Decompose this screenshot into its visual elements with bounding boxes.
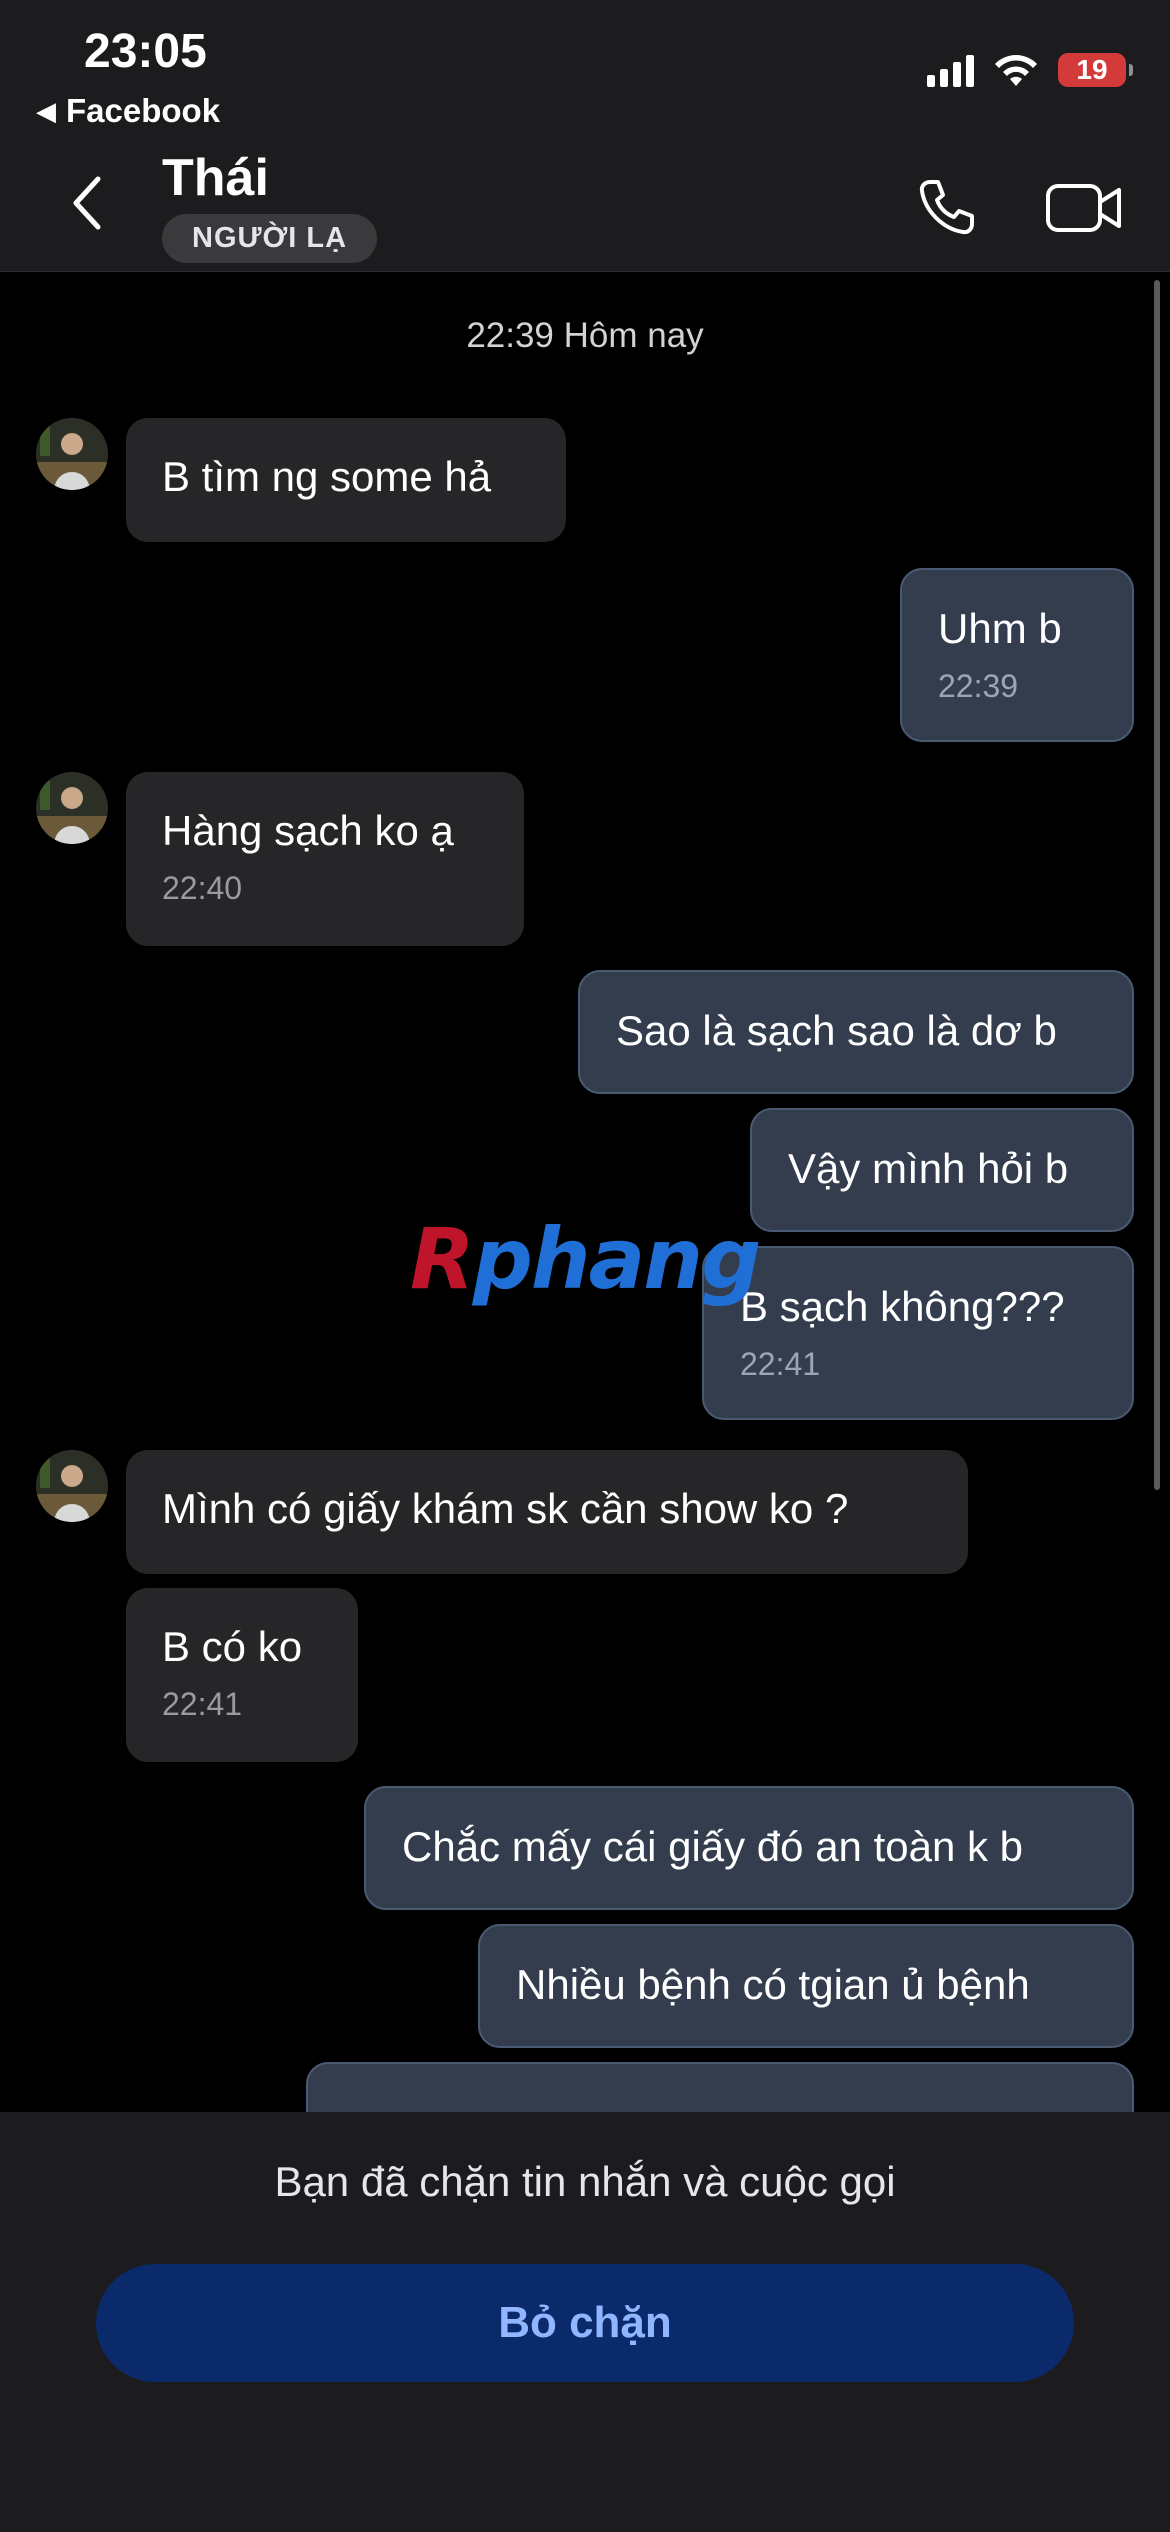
wifi-icon bbox=[995, 55, 1037, 86]
message-text: Sao là sạch sao là dơ b bbox=[616, 1007, 1057, 1054]
avatar-photo-icon bbox=[36, 1450, 108, 1522]
message-time: 22:40 bbox=[162, 870, 243, 906]
message-text: B sạch không??? bbox=[740, 1283, 1065, 1330]
message-text: Mình có giấy khám sk cần show ko ? bbox=[162, 1485, 849, 1532]
message-text: B tìm ng some hả bbox=[162, 453, 492, 500]
blocked-notice: Bạn đã chặn tin nhắn và cuộc gọi bbox=[274, 2158, 896, 2205]
scrollbar[interactable] bbox=[1154, 280, 1160, 1490]
message-bubble[interactable]: Uhm b 22:39 bbox=[900, 568, 1134, 742]
message-bubble[interactable]: B sạch không??? 22:41 bbox=[702, 1246, 1134, 1420]
message-bubble[interactable]: Chắc mấy cái giấy đó an toàn k b bbox=[364, 1786, 1134, 1910]
watermark-rest: phang bbox=[472, 1210, 762, 1308]
chevron-left-icon bbox=[73, 176, 101, 230]
message-text: B có ko bbox=[162, 1623, 303, 1670]
message-bubble[interactable]: Vậy mình hỏi b bbox=[750, 1108, 1134, 1232]
conversation-header: Thái NGƯỜI LẠ bbox=[0, 140, 1170, 272]
message-bubble[interactable]: B tìm ng some hả bbox=[126, 418, 566, 542]
status-bar: 23:05 ◀ Facebook 19 bbox=[0, 0, 1170, 140]
status-icons: 19 bbox=[927, 52, 1133, 88]
avatar[interactable] bbox=[36, 772, 108, 844]
message-time: 22:39 bbox=[938, 668, 1019, 704]
message-text: Nhiều bệnh có tgian ủ bệnh bbox=[516, 1961, 1030, 2008]
avatar[interactable] bbox=[36, 1450, 108, 1522]
back-triangle-icon: ◀ bbox=[36, 95, 56, 126]
date-separator: 22:39 Hôm nay bbox=[466, 316, 704, 355]
message-text: Hàng sạch ko ạ bbox=[162, 807, 454, 854]
message-bubble[interactable]: Hàng sạch ko ạ 22:40 bbox=[126, 772, 524, 946]
watermark-first-letter: R bbox=[410, 1210, 475, 1308]
message-time: 22:41 bbox=[162, 1686, 243, 1722]
message-bubble[interactable]: Mình có giấy khám sk cần show ko ? bbox=[126, 1450, 968, 1574]
back-to-app-link[interactable]: ◀ Facebook bbox=[36, 92, 220, 130]
battery-level: 19 bbox=[1076, 54, 1108, 85]
blocked-panel: Bạn đã chặn tin nhắn và cuộc gọi Bỏ chặn bbox=[0, 2112, 1170, 2532]
watermark-logo: Rphang bbox=[410, 1210, 762, 1308]
video-camera-icon bbox=[1046, 184, 1121, 232]
message-text: Uhm b bbox=[938, 605, 1062, 652]
message-bubble[interactable]: Sao là sạch sao là dơ b bbox=[578, 970, 1134, 1094]
message-time: 22:41 bbox=[740, 1346, 821, 1382]
unblock-button[interactable]: Bỏ chặn bbox=[96, 2264, 1074, 2382]
message-bubble[interactable]: Nhiều bệnh có tgian ủ bệnh bbox=[478, 1924, 1134, 2048]
message-bubble[interactable]: B có ko 22:41 bbox=[126, 1588, 358, 1762]
avatar-photo-icon bbox=[36, 418, 108, 490]
status-time: 23:05 bbox=[84, 25, 207, 78]
voice-call-button[interactable] bbox=[912, 172, 982, 242]
battery-icon: 19 bbox=[1058, 53, 1133, 87]
avatar-photo-icon bbox=[36, 772, 108, 844]
contact-name[interactable]: Thái bbox=[162, 148, 269, 208]
back-app-label: Facebook bbox=[66, 92, 221, 129]
phone-icon bbox=[919, 180, 974, 235]
message-list[interactable]: 22:39 Hôm nay B tìm ng some hả Uhm b 22:… bbox=[0, 272, 1170, 2112]
video-call-button[interactable] bbox=[1044, 176, 1124, 240]
avatar[interactable] bbox=[36, 418, 108, 490]
message-text: Vậy mình hỏi b bbox=[788, 1145, 1069, 1192]
message-bubble-partial[interactable] bbox=[306, 2062, 1134, 2112]
signal-icon bbox=[927, 53, 974, 87]
stranger-badge: NGƯỜI LẠ bbox=[162, 214, 378, 263]
message-text: Chắc mấy cái giấy đó an toàn k b bbox=[402, 1823, 1024, 1870]
messenger-screen: 23:05 ◀ Facebook 19 Thái NGƯỜI LẠ 22:39 … bbox=[0, 0, 1170, 2532]
back-button[interactable] bbox=[56, 168, 116, 238]
